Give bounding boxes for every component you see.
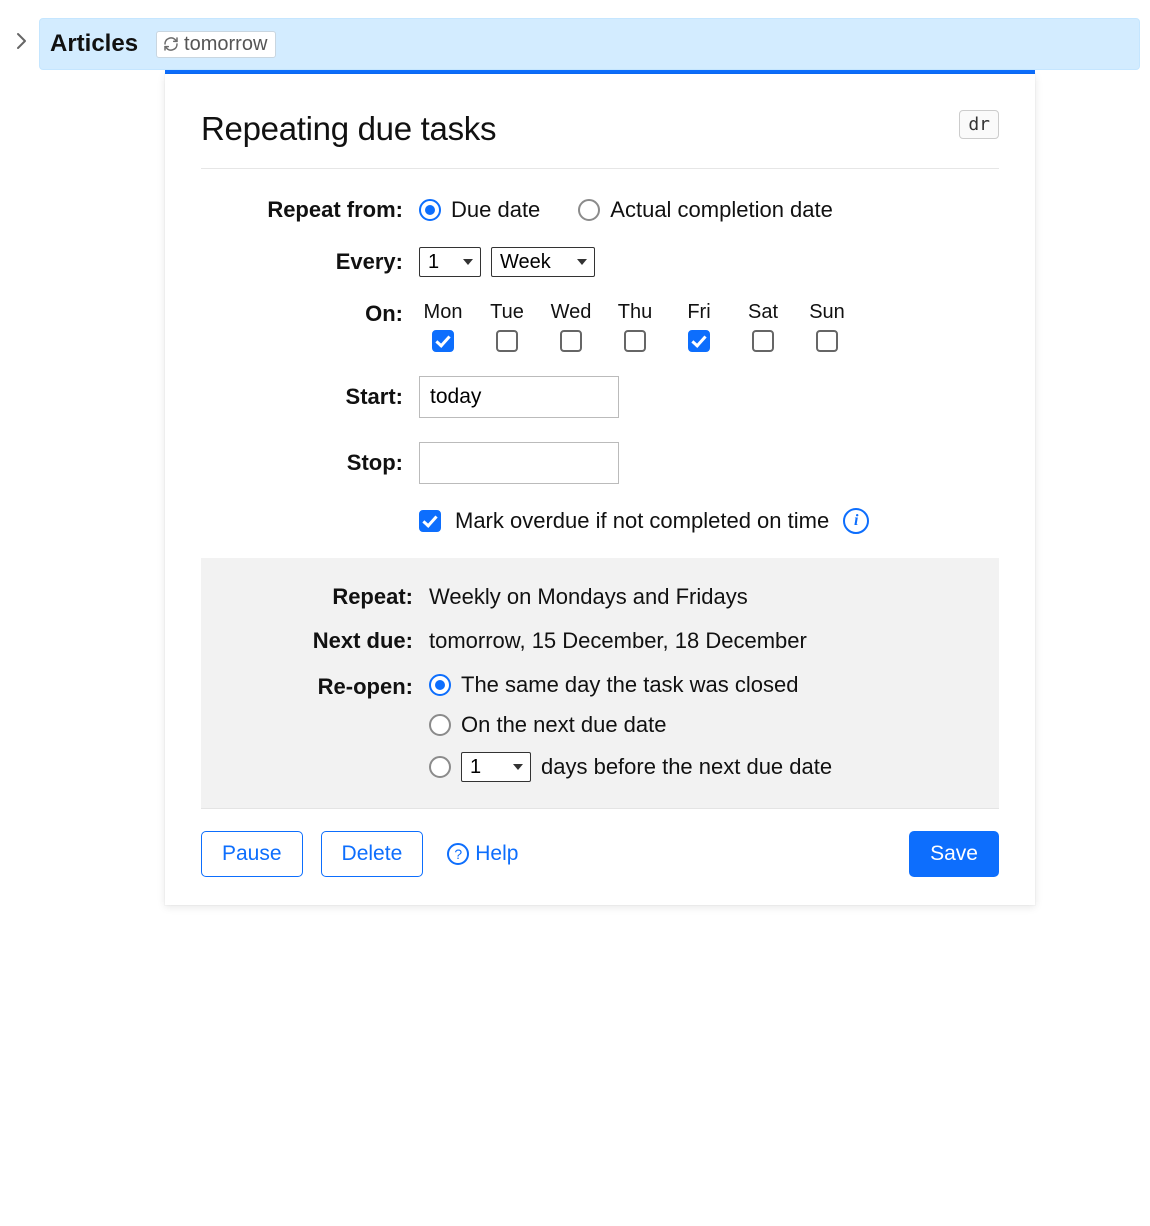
- label-stop: Stop:: [201, 450, 419, 476]
- day-label: Tue: [490, 301, 524, 324]
- radio-label: Actual completion date: [610, 197, 833, 223]
- label-summary-repeat: Repeat:: [211, 584, 429, 610]
- save-button[interactable]: Save: [909, 831, 999, 877]
- chevron-right-icon[interactable]: [10, 32, 39, 56]
- day-label: Sun: [809, 301, 845, 324]
- start-input[interactable]: [419, 376, 619, 418]
- day-col-sat: Sat: [739, 301, 787, 352]
- value-summary-nextdue: tomorrow, 15 December, 18 December: [429, 628, 989, 654]
- days-grid: Mon Tue Wed Thu Fri Sat Sun: [419, 301, 851, 352]
- help-icon: ?: [447, 843, 469, 865]
- day-checkbox-fri[interactable]: [688, 330, 710, 352]
- radio-icon: [429, 714, 451, 736]
- radio-label: On the next due date: [461, 712, 667, 738]
- reopen-days-select[interactable]: 1: [461, 752, 531, 782]
- help-link[interactable]: ? Help: [441, 832, 524, 876]
- shortcut-badge: dr: [959, 110, 999, 139]
- day-checkbox-mon[interactable]: [432, 330, 454, 352]
- radio-icon: [429, 674, 451, 696]
- radio-due-date[interactable]: Due date: [419, 197, 540, 223]
- breadcrumb-pill[interactable]: Articles tomorrow: [39, 18, 1140, 70]
- radio-icon: [578, 199, 600, 221]
- stop-input[interactable]: [419, 442, 619, 484]
- row-every: Every: 1 Week: [201, 247, 999, 277]
- value-summary-repeat: Weekly on Mondays and Fridays: [429, 584, 989, 610]
- day-checkbox-sat[interactable]: [752, 330, 774, 352]
- day-checkbox-thu[interactable]: [624, 330, 646, 352]
- radio-reopen-same-day[interactable]: The same day the task was closed: [429, 672, 832, 698]
- every-unit-select[interactable]: Week: [491, 247, 595, 277]
- row-on: On: Mon Tue Wed Thu Fri Sat Sun: [201, 301, 999, 352]
- day-label: Wed: [551, 301, 592, 324]
- day-col-fri: Fri: [675, 301, 723, 352]
- label-every: Every:: [201, 249, 419, 275]
- label-start: Start:: [201, 384, 419, 410]
- row-summary-repeat: Repeat: Weekly on Mondays and Fridays: [211, 584, 989, 610]
- row-summary-nextdue: Next due: tomorrow, 15 December, 18 Dece…: [211, 628, 989, 654]
- every-count-select-wrap: 1: [419, 247, 481, 277]
- reopen-days-select-wrap: 1: [461, 752, 531, 782]
- radio-label: The same day the task was closed: [461, 672, 799, 698]
- day-col-sun: Sun: [803, 301, 851, 352]
- day-col-mon: Mon: [419, 301, 467, 352]
- every-count-select[interactable]: 1: [419, 247, 481, 277]
- radio-reopen-days-before[interactable]: 1 days before the next due date: [429, 752, 832, 782]
- day-label: Thu: [618, 301, 652, 324]
- radio-icon: [429, 756, 451, 778]
- repeat-icon: [163, 36, 179, 52]
- panel: Repeating due tasks dr Repeat from: Due …: [165, 70, 1035, 905]
- help-label: Help: [475, 842, 518, 866]
- day-checkbox-wed[interactable]: [560, 330, 582, 352]
- reopen-options: The same day the task was closed On the …: [429, 672, 832, 782]
- header-bar: Articles tomorrow: [0, 0, 1150, 70]
- row-overdue: Mark overdue if not completed on time i: [201, 508, 999, 534]
- day-label: Sat: [748, 301, 778, 324]
- day-checkbox-sun[interactable]: [816, 330, 838, 352]
- divider: [201, 168, 999, 169]
- every-unit-select-wrap: Week: [491, 247, 595, 277]
- breadcrumb-title: Articles: [50, 30, 138, 58]
- due-token[interactable]: tomorrow: [156, 31, 276, 58]
- row-start: Start:: [201, 376, 999, 418]
- day-label: Fri: [687, 301, 710, 324]
- label-summary-reopen: Re-open:: [211, 672, 429, 700]
- label-summary-nextdue: Next due:: [211, 628, 429, 654]
- delete-button[interactable]: Delete: [321, 831, 424, 877]
- summary-box: Repeat: Weekly on Mondays and Fridays Ne…: [201, 558, 999, 808]
- overdue-label: Mark overdue if not completed on time: [455, 508, 829, 534]
- info-icon[interactable]: i: [843, 508, 869, 534]
- day-checkbox-tue[interactable]: [496, 330, 518, 352]
- row-stop: Stop:: [201, 442, 999, 484]
- label-on: On:: [201, 301, 419, 327]
- due-token-label: tomorrow: [184, 33, 267, 56]
- panel-title: Repeating due tasks: [201, 110, 496, 148]
- row-repeat-from: Repeat from: Due date Actual completion …: [201, 197, 999, 223]
- footer: Pause Delete ? Help Save: [201, 831, 999, 877]
- day-col-wed: Wed: [547, 301, 595, 352]
- radio-actual-completion[interactable]: Actual completion date: [578, 197, 833, 223]
- radio-icon: [419, 199, 441, 221]
- radio-reopen-next-due[interactable]: On the next due date: [429, 712, 832, 738]
- radio-label: days before the next due date: [541, 754, 832, 780]
- row-summary-reopen: Re-open: The same day the task was close…: [211, 672, 989, 782]
- radio-label: Due date: [451, 197, 540, 223]
- day-col-thu: Thu: [611, 301, 659, 352]
- divider: [201, 808, 999, 809]
- pause-button[interactable]: Pause: [201, 831, 303, 877]
- day-label: Mon: [424, 301, 463, 324]
- day-col-tue: Tue: [483, 301, 531, 352]
- label-repeat-from: Repeat from:: [201, 197, 419, 223]
- overdue-checkbox[interactable]: [419, 510, 441, 532]
